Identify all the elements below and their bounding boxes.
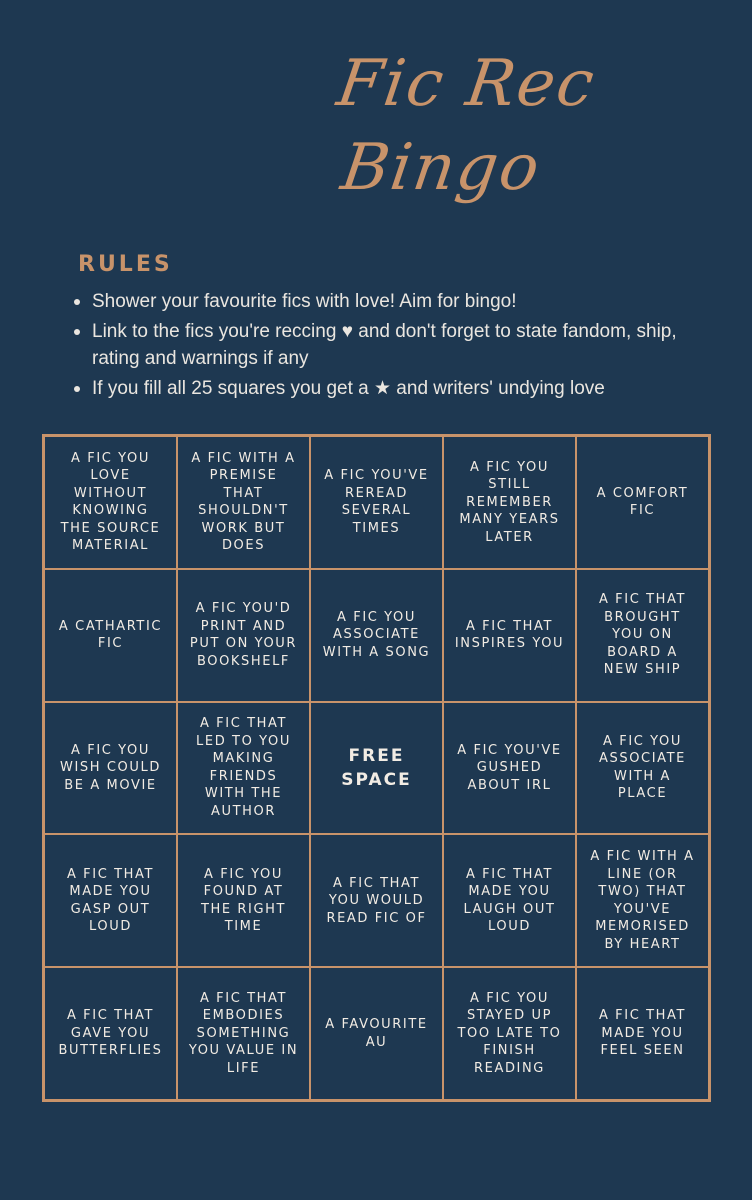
page-title: Fic Rec Bingo	[308, 42, 632, 210]
rules-list: Shower your favourite fics with love! Ai…	[70, 288, 690, 405]
cell-text: A fic that inspires you	[454, 618, 565, 652]
bingo-cell[interactable]: A fic you associate with a place	[576, 701, 709, 835]
bingo-cell[interactable]: A fic that you would read fic of	[310, 834, 443, 968]
cell-text: A fic that embodies something you value …	[188, 990, 299, 1076]
bingo-cell[interactable]: A fic you wish could be a movie	[44, 701, 177, 835]
cell-text: A fic you'd print and put on your booksh…	[189, 601, 298, 669]
bingo-cell[interactable]: A fic you've reread several times	[310, 436, 443, 569]
cell-text: A fic you found at the right time	[200, 866, 287, 935]
cell-text: A fic that made you gasp out loud	[66, 866, 155, 935]
cell-text: A fic you've gushed about IRL	[457, 742, 562, 793]
cell-text: A fic that you would read fic of	[326, 875, 427, 926]
cell-text: A comfort fic	[596, 485, 689, 519]
cell-text: A fic that brought you on board a new sh…	[598, 592, 687, 678]
bingo-cell[interactable]: A fic you stayed up too late to finish r…	[443, 967, 576, 1100]
cell-text: A fic you wish could be a movie	[60, 742, 161, 793]
bingo-cell[interactable]: A fic that embodies something you value …	[177, 967, 310, 1100]
bingo-cell[interactable]: A fic you'd print and put on your booksh…	[177, 568, 310, 702]
cell-text: A fic you still remember many years late…	[459, 459, 560, 545]
title-line-1: Fic Rec	[332, 47, 601, 121]
bingo-cell[interactable]: A favourite AU	[310, 967, 443, 1100]
cell-text: A fic you associate with a song	[322, 609, 431, 660]
rules-heading: RULES	[78, 252, 173, 277]
cell-text: A fic you've reread several times	[324, 468, 429, 536]
bingo-cell[interactable]: A fic you love without knowing the sourc…	[44, 436, 177, 569]
bingo-cell[interactable]: A fic you've gushed about IRL	[443, 701, 576, 835]
title-line-2: Bingo	[336, 131, 546, 205]
bingo-cell[interactable]: A fic that gave you butterflies	[44, 967, 177, 1100]
bingo-cell[interactable]: A fic with a line (or two) that you've m…	[576, 834, 709, 968]
bingo-cell[interactable]: A comfort fic	[576, 436, 709, 569]
rule-item: Link to the fics you're reccing ♥ and do…	[70, 318, 690, 372]
bingo-cell[interactable]: A fic with a premise that shouldn't work…	[177, 436, 310, 569]
cell-text: A fic you love without knowing the sourc…	[60, 450, 161, 554]
bingo-cell[interactable]: A fic you found at the right time	[177, 834, 310, 968]
rule-item: Shower your favourite fics with love! Ai…	[70, 288, 690, 315]
bingo-cell[interactable]: A fic that led to you making friends wit…	[177, 701, 310, 835]
bingo-cell[interactable]: A fic that made you feel seen	[576, 967, 709, 1100]
bingo-cell[interactable]: A fic that brought you on board a new sh…	[576, 568, 709, 702]
cell-text: Free space	[341, 745, 412, 790]
cell-text: A fic you associate with a place	[599, 733, 686, 802]
cell-text: A fic that made you feel seen	[598, 1008, 687, 1059]
bingo-cell[interactable]: A fic you associate with a song	[310, 568, 443, 702]
bingo-cell[interactable]: A fic that made you laugh out loud	[443, 834, 576, 968]
cell-text: A fic with a line (or two) that you've m…	[590, 849, 695, 952]
bingo-cell[interactable]: A fic that inspires you	[443, 568, 576, 702]
cell-text: A fic that led to you making friends wit…	[196, 716, 291, 819]
cell-text: A fic with a premise that shouldn't work…	[191, 450, 296, 554]
bingo-cell[interactable]: A fic you still remember many years late…	[443, 436, 576, 569]
free-space-cell[interactable]: Free space	[310, 701, 443, 835]
cell-text: A fic you stayed up too late to finish r…	[457, 990, 562, 1076]
cell-text: A fic that made you laugh out loud	[463, 866, 556, 935]
cell-text: A cathartic fic	[58, 618, 163, 652]
rule-item: If you fill all 25 squares you get a ★ a…	[70, 375, 690, 402]
cell-text: A favourite AU	[325, 1017, 428, 1050]
bingo-grid: A fic you love without knowing the sourc…	[42, 434, 711, 1102]
bingo-cell[interactable]: A cathartic fic	[44, 568, 177, 702]
bingo-cell[interactable]: A fic that made you gasp out loud	[44, 834, 177, 968]
cell-text: A fic that gave you butterflies	[58, 1008, 163, 1059]
